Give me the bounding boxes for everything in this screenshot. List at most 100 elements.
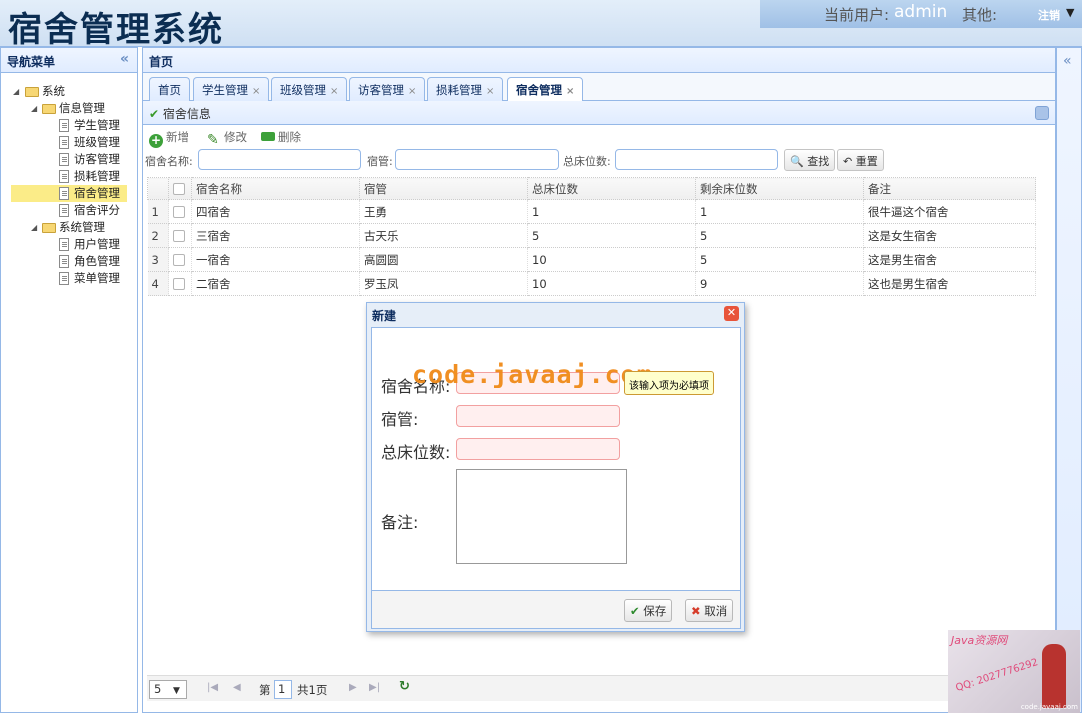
table-row[interactable]: 3 一宿舍 高圆圆 10 5 这是男生宿舍 bbox=[147, 247, 1036, 272]
sidebar-item-losses[interactable]: 损耗管理 bbox=[1, 168, 137, 185]
col-header[interactable]: 宿舍名称 bbox=[191, 177, 360, 200]
cell-total: 5 bbox=[527, 223, 696, 248]
chevron-down-icon[interactable]: ▼ bbox=[1066, 6, 1074, 19]
cell-total: 10 bbox=[527, 247, 696, 272]
tab-dorms[interactable]: 宿舍管理 × bbox=[507, 77, 584, 102]
minimize-icon[interactable] bbox=[1035, 106, 1049, 120]
close-icon[interactable]: × bbox=[566, 86, 574, 97]
note-label: 备注: bbox=[381, 513, 419, 532]
col-header[interactable]: 备注 bbox=[863, 177, 1036, 200]
tab-losses[interactable]: 损耗管理 × bbox=[427, 77, 504, 101]
tree-node-info[interactable]: ◢ 信息管理 bbox=[1, 100, 137, 117]
expand-icon[interactable]: ◢ bbox=[13, 83, 19, 100]
figure-image bbox=[1042, 644, 1066, 708]
cell-left: 5 bbox=[695, 247, 864, 272]
find-button[interactable]: 🔍 查找 bbox=[784, 149, 836, 171]
row-checkbox[interactable] bbox=[173, 206, 185, 218]
manager-field[interactable] bbox=[456, 405, 620, 427]
close-icon[interactable]: × bbox=[252, 86, 260, 97]
reset-button[interactable]: ↶ 重置 bbox=[837, 149, 884, 171]
select-all-checkbox[interactable] bbox=[173, 183, 185, 195]
row-checkbox[interactable] bbox=[173, 278, 185, 290]
page-number-input[interactable]: 1 bbox=[274, 680, 292, 699]
tree-label: 菜单管理 bbox=[74, 271, 120, 285]
add-icon: + bbox=[149, 133, 163, 148]
tree-node-system-mgmt[interactable]: ◢ 系统管理 bbox=[1, 219, 137, 236]
tree-node-system[interactable]: ◢ 系统 bbox=[1, 83, 137, 100]
search-beds-input[interactable] bbox=[615, 149, 778, 170]
right-panel-strip: « bbox=[1056, 47, 1082, 713]
row-checkbox[interactable] bbox=[173, 254, 185, 266]
close-icon[interactable]: × bbox=[330, 86, 338, 97]
panel-header: ✔ 宿舍信息 bbox=[143, 101, 1055, 125]
expand-icon[interactable]: ◢ bbox=[31, 219, 37, 236]
tab-bar: 首页 学生管理 × 班级管理 × 访客管理 × 损耗管理 × 宿舍管理 × bbox=[143, 73, 1055, 102]
col-header[interactable]: 宿管 bbox=[359, 177, 528, 200]
tab-label: 班级管理 bbox=[280, 83, 326, 97]
file-icon bbox=[59, 187, 69, 200]
row-select[interactable] bbox=[168, 247, 192, 272]
tab-classes[interactable]: 班级管理 × bbox=[271, 77, 348, 101]
page-size-select[interactable]: 5 ▼ bbox=[149, 680, 187, 699]
search-name-input[interactable] bbox=[198, 149, 361, 170]
sidebar-item-dorm-scores[interactable]: 宿舍评分 bbox=[1, 202, 137, 219]
delete-button[interactable]: 删除 bbox=[261, 129, 301, 145]
file-icon bbox=[59, 255, 69, 268]
col-header[interactable]: 剩余床位数 bbox=[695, 177, 864, 200]
sidebar-item-users[interactable]: 用户管理 bbox=[1, 236, 137, 253]
sidebar-item-students[interactable]: 学生管理 bbox=[1, 117, 137, 134]
edit-button[interactable]: ✎ 修改 bbox=[207, 129, 247, 147]
last-page-icon[interactable]: ▶| bbox=[369, 682, 380, 693]
sidebar-item-classes[interactable]: 班级管理 bbox=[1, 134, 137, 151]
row-select[interactable] bbox=[168, 271, 192, 296]
reset-label: 重置 bbox=[855, 155, 878, 168]
next-page-icon[interactable]: ▶ bbox=[349, 682, 357, 693]
search-name-label: 宿舍名称: bbox=[145, 155, 193, 168]
sidebar-item-menus[interactable]: 菜单管理 bbox=[1, 270, 137, 287]
cell-name: 二宿舍 bbox=[191, 271, 360, 296]
prev-page-icon[interactable]: ◀ bbox=[233, 682, 241, 693]
tab-home[interactable]: 首页 bbox=[149, 77, 190, 101]
tree-label: 信息管理 bbox=[59, 101, 105, 115]
file-icon bbox=[59, 119, 69, 132]
page-number-value: 1 bbox=[278, 682, 286, 696]
add-label: 新增 bbox=[166, 130, 189, 144]
note-textarea[interactable] bbox=[456, 469, 627, 564]
sidebar-item-roles[interactable]: 角色管理 bbox=[1, 253, 137, 270]
edit-label: 修改 bbox=[224, 130, 247, 144]
collapse-left-icon[interactable]: « bbox=[120, 51, 129, 67]
collapse-right-icon[interactable]: « bbox=[1063, 53, 1072, 69]
table-row[interactable]: 4 二宿舍 罗玉凤 10 9 这也是男生宿舍 bbox=[147, 271, 1036, 296]
add-button[interactable]: + 新增 bbox=[149, 129, 189, 148]
current-user-label: 当前用户: bbox=[824, 6, 890, 24]
pagination: 5 ▼ |◀ ◀ 第 1 共1页 ▶ ▶| ↻ bbox=[147, 675, 1047, 701]
save-button[interactable]: ✔ 保存 bbox=[624, 599, 673, 622]
refresh-icon[interactable]: ↻ bbox=[399, 679, 410, 694]
table-row[interactable]: 1 四宿舍 王勇 1 1 很牛逼这个宿舍 bbox=[147, 199, 1036, 224]
select-all-header[interactable] bbox=[168, 177, 192, 200]
row-select[interactable] bbox=[168, 199, 192, 224]
row-checkbox[interactable] bbox=[173, 230, 185, 242]
logout-link[interactable]: 注销 bbox=[1038, 7, 1060, 23]
file-icon bbox=[59, 238, 69, 251]
expand-icon[interactable]: ◢ bbox=[31, 100, 37, 117]
row-select[interactable] bbox=[168, 223, 192, 248]
dorm-table: 宿舍名称 宿管 总床位数 剩余床位数 备注 1 四宿舍 王勇 1 1 很牛逼这个… bbox=[147, 177, 1036, 296]
col-header[interactable]: 总床位数 bbox=[527, 177, 696, 200]
user-bar: 当前用户: admin 其他: 注销 ▼ bbox=[760, 0, 1082, 28]
close-icon[interactable]: × bbox=[408, 86, 416, 97]
table-row[interactable]: 2 三宿舍 古天乐 5 5 这是女生宿舍 bbox=[147, 223, 1036, 248]
sidebar-item-dorms[interactable]: 宿舍管理 bbox=[11, 185, 127, 202]
sidebar-item-visitors[interactable]: 访客管理 bbox=[1, 151, 137, 168]
page-total: 共1页 bbox=[297, 683, 328, 697]
ad-site: code.javaaj.com bbox=[1020, 703, 1078, 711]
total-beds-field[interactable] bbox=[456, 438, 620, 460]
tab-visitors[interactable]: 访客管理 × bbox=[349, 77, 426, 101]
search-manager-input[interactable] bbox=[395, 149, 559, 170]
close-icon[interactable]: ✕ bbox=[724, 306, 739, 321]
first-page-icon[interactable]: |◀ bbox=[207, 682, 218, 693]
close-icon[interactable]: × bbox=[486, 86, 494, 97]
search-bar: 宿舍名称: 宿管: 总床位数: 🔍 查找 ↶ 重置 bbox=[143, 147, 1055, 171]
cancel-button[interactable]: ✖ 取消 bbox=[685, 599, 734, 622]
tab-students[interactable]: 学生管理 × bbox=[193, 77, 270, 101]
